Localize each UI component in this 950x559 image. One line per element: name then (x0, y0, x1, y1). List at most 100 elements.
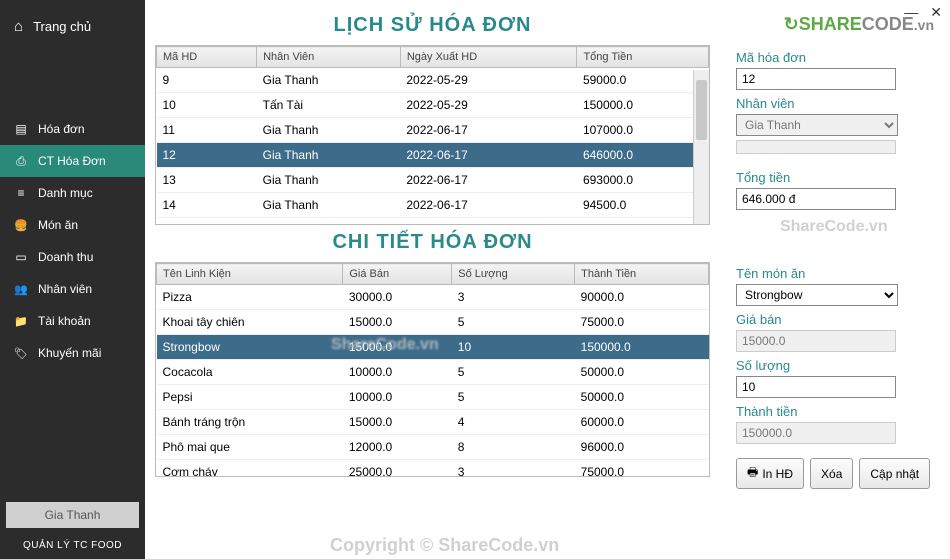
promo-icon (14, 346, 28, 360)
cell: 2022-05-29 (400, 93, 577, 118)
cell: 9 (157, 68, 257, 93)
input-tong[interactable] (736, 188, 896, 210)
label-sl: Số lượng (736, 358, 934, 373)
cell: 2022-06-17 (400, 143, 577, 168)
sidebar-user: Gia Thanh (6, 502, 139, 528)
right-panel: Mã hóa đơn Nhân viên Gia Thanh Tổng tiền… (730, 40, 940, 493)
cell: 15000.0 (343, 335, 452, 360)
sidebar-item-label: Khuyến mãi (38, 346, 101, 360)
cell: 107000.0 (577, 118, 709, 143)
table-row[interactable]: 15Gia Thanh2022-06-1875000.0 (157, 218, 709, 226)
sidebar-item-monan[interactable]: Món ăn (0, 209, 145, 241)
account-icon (14, 314, 28, 328)
sidebar-item-nhanvien[interactable]: Nhân viên (0, 273, 145, 305)
cell: 14 (157, 193, 257, 218)
sidebar-home[interactable]: Trang chủ (0, 0, 145, 53)
table-row[interactable]: 14Gia Thanh2022-06-1794500.0 (157, 193, 709, 218)
sidebar-item-label: Nhân viên (38, 282, 92, 296)
sidebar-home-label: Trang chủ (33, 19, 91, 34)
minimize-button[interactable]: — (904, 4, 918, 21)
cell: 75000.0 (575, 460, 709, 478)
table-row[interactable]: 12Gia Thanh2022-06-17646000.0 (157, 143, 709, 168)
cell: 693000.0 (577, 168, 709, 193)
sidebar-item-danhmuc[interactable]: Danh mục (0, 177, 145, 209)
detail-icon (14, 154, 28, 168)
list-icon (14, 186, 28, 200)
table-row[interactable]: Pepsi10000.0550000.0 (157, 385, 709, 410)
sidebar-item-taikhoan[interactable]: Tài khoản (0, 305, 145, 337)
table-row[interactable]: Strongbow15000.010150000.0 (157, 335, 709, 360)
scrollbar[interactable] (693, 70, 709, 224)
th[interactable]: Giá Bán (343, 264, 452, 285)
scrollbar-thumb[interactable] (696, 80, 707, 140)
history-title: LỊCH SỬ HÓA ĐƠN (155, 14, 710, 37)
sidebar-item-label: CT Hóa Đơn (38, 154, 106, 168)
cell: 2022-06-17 (400, 168, 577, 193)
table-row[interactable]: 11Gia Thanh2022-06-17107000.0 (157, 118, 709, 143)
table-row[interactable]: Cơm cháy25000.0375000.0 (157, 460, 709, 478)
cell: 5 (452, 360, 575, 385)
cell: Cơm cháy (157, 460, 343, 478)
th[interactable]: Tên Linh Kiện (157, 264, 343, 285)
cell: 10000.0 (343, 360, 452, 385)
sidebar-item-label: Tài khoản (38, 314, 91, 328)
cell: 50000.0 (575, 360, 709, 385)
sidebar-item-label: Doanh thu (38, 250, 93, 264)
cell: 10 (452, 335, 575, 360)
table-row[interactable]: Pizza30000.0390000.0 (157, 285, 709, 310)
cell: 50000.0 (575, 385, 709, 410)
th[interactable]: Thành Tiền (575, 264, 709, 285)
cell: 11 (157, 118, 257, 143)
cell: Pizza (157, 285, 343, 310)
table-row[interactable]: 13Gia Thanh2022-06-17693000.0 (157, 168, 709, 193)
cell: Phô mai que (157, 435, 343, 460)
input-blank (736, 140, 896, 154)
th[interactable]: Ngày Xuất HD (400, 47, 577, 68)
th[interactable]: Số Lượng (452, 264, 575, 285)
table-row[interactable]: Cocacola10000.0550000.0 (157, 360, 709, 385)
cell: 30000.0 (343, 285, 452, 310)
sidebar-item-hoadon[interactable]: Hóa đơn (0, 113, 145, 145)
table-row[interactable]: Khoai tây chiên15000.0575000.0 (157, 310, 709, 335)
th[interactable]: Nhân Viên (257, 47, 401, 68)
update-button[interactable]: Cập nhật (859, 458, 930, 489)
history-table-container: Mã HD Nhân Viên Ngày Xuất HD Tổng Tiền 9… (155, 45, 710, 225)
print-icon (747, 463, 758, 484)
cell: Strongbow (157, 335, 343, 360)
th[interactable]: Tổng Tiền (577, 47, 709, 68)
cell: Pepsi (157, 385, 343, 410)
cell: 3 (452, 460, 575, 478)
close-button[interactable]: ✕ (930, 4, 942, 21)
sidebar-item-doanhthu[interactable]: Doanh thu (0, 241, 145, 273)
print-button[interactable]: In HĐ (736, 458, 804, 489)
food-icon (14, 218, 28, 232)
table-row[interactable]: Bánh tráng trộn15000.0460000.0 (157, 410, 709, 435)
window-controls: — ✕ (904, 4, 942, 21)
input-mahd[interactable] (736, 68, 896, 90)
cell: 646000.0 (577, 143, 709, 168)
history-table[interactable]: Mã HD Nhân Viên Ngày Xuất HD Tổng Tiền 9… (156, 46, 709, 225)
select-tenmon[interactable]: Strongbow (736, 284, 898, 306)
cell: Gia Thanh (257, 168, 401, 193)
cell: 150000.0 (577, 93, 709, 118)
cell: 13 (157, 168, 257, 193)
select-nv[interactable]: Gia Thanh (736, 114, 898, 136)
table-row[interactable]: Phô mai que12000.0896000.0 (157, 435, 709, 460)
staff-icon (14, 282, 28, 296)
cell: 4 (452, 410, 575, 435)
sidebar-item-cthoadon[interactable]: CT Hóa Đơn (0, 145, 145, 177)
detail-table[interactable]: Tên Linh Kiện Giá Bán Số Lượng Thành Tiề… (156, 263, 709, 477)
cell: 15000.0 (343, 410, 452, 435)
th[interactable]: Mã HD (157, 47, 257, 68)
cell: 10000.0 (343, 385, 452, 410)
input-tt (736, 422, 896, 444)
cell: 60000.0 (575, 410, 709, 435)
table-row[interactable]: 9Gia Thanh2022-05-2959000.0 (157, 68, 709, 93)
table-row[interactable]: 10Tấn Tài2022-05-29150000.0 (157, 93, 709, 118)
input-sl[interactable] (736, 376, 896, 398)
label-mahd: Mã hóa đơn (736, 50, 934, 65)
delete-button[interactable]: Xóa (810, 458, 853, 489)
cell: 3 (452, 285, 575, 310)
cell: 5 (452, 385, 575, 410)
sidebar-item-khuyenmai[interactable]: Khuyến mãi (0, 337, 145, 369)
